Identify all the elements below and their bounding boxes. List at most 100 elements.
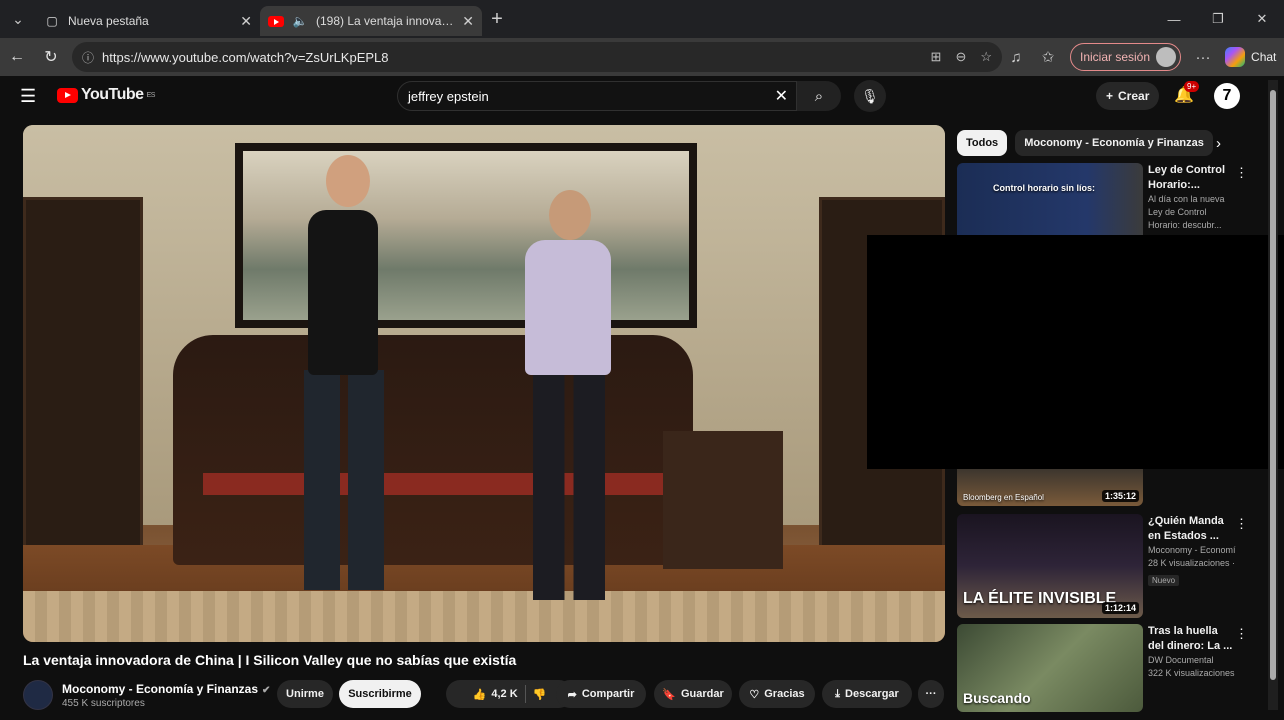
rec-thumbnail[interactable]: LA ÉLITE INVISIBLE 1:12:14 xyxy=(957,514,1143,618)
favorite-star-icon[interactable]: ☆ xyxy=(980,49,992,65)
tab-new-tab[interactable]: ▢ Nueva pestaña ✕ xyxy=(36,6,260,36)
youtube-favicon-icon xyxy=(268,13,284,29)
chip-channel[interactable]: Moconomy - Economía y Finanzas xyxy=(1015,130,1213,156)
youtube-header: ☰ YouTube ES jeffrey epstein ✕ ⌕ 🎙 + Cre… xyxy=(0,76,1284,116)
save-button[interactable]: 🔖 Guardar xyxy=(654,680,732,708)
minimize-icon[interactable]: — xyxy=(1152,12,1196,27)
video-scene-person-right xyxy=(501,190,621,610)
browser-toolbar: ♫ ✩ Iniciar sesión ··· Chat xyxy=(1006,38,1276,76)
bookmark-icon: 🔖 xyxy=(662,688,676,701)
more-dots-icon[interactable]: ··· xyxy=(1193,49,1213,66)
join-button[interactable]: Unirme xyxy=(277,680,333,708)
logo-region: ES xyxy=(146,91,156,99)
rec-title[interactable]: Tras la huella del dinero: La ... xyxy=(1148,624,1236,654)
signin-label: Iniciar sesión xyxy=(1080,50,1151,64)
app-available-icon[interactable]: ⊞ xyxy=(931,49,942,65)
address-bar-row: ← ↻ ⓘ https://www.youtube.com/watch?v=Zs… xyxy=(0,38,1284,76)
back-arrow-icon[interactable]: ← xyxy=(0,48,34,66)
join-label: Unirme xyxy=(286,688,324,700)
tab-youtube-video[interactable]: 🔈 (198) La ventaja innovadora d ✕ xyxy=(260,6,482,36)
url-actions: ⊞ ⊖ ☆ xyxy=(931,42,992,72)
download-button[interactable]: ⤓ Descargar xyxy=(822,680,912,708)
rec-kebab-icon[interactable]: ⋮ xyxy=(1235,516,1248,532)
page-icon: ▢ xyxy=(46,14,58,28)
window-controls: — ❐ ✕ xyxy=(1152,0,1284,38)
clear-search-icon[interactable]: ✕ xyxy=(775,86,788,106)
rec-thumbnail[interactable]: Buscando xyxy=(957,624,1143,712)
channel-row: Moconomy - Economía y Finanzas ✔ 455 K su… xyxy=(23,678,953,714)
scrollbar-thumb[interactable] xyxy=(1270,90,1276,680)
url-text: https://www.youtube.com/watch?v=ZsUrLKpE… xyxy=(102,49,389,65)
notification-badge: 9+ xyxy=(1184,81,1200,92)
filter-chips: Todos Moconomy - Economía y Finanzas xyxy=(957,130,1213,156)
account-avatar[interactable]: 7 xyxy=(1214,83,1240,109)
like-dislike-group: 👍 4,2 K 👎 xyxy=(446,680,573,708)
verified-check-icon: ✔ xyxy=(262,685,271,696)
chat-label: Chat xyxy=(1251,50,1277,64)
download-label: Descargar xyxy=(845,688,899,700)
rec-title[interactable]: Ley de Control Horario:... xyxy=(1148,163,1236,193)
reload-icon[interactable]: ↻ xyxy=(34,47,68,67)
plus-icon: + xyxy=(1106,89,1114,103)
menu-hamburger-icon[interactable]: ☰ xyxy=(20,86,36,107)
signin-button[interactable]: Iniciar sesión xyxy=(1070,43,1182,71)
channel-avatar[interactable] xyxy=(23,680,53,710)
close-window-icon[interactable]: ✕ xyxy=(1240,11,1284,27)
rec-meta: Tras la huella del dinero: La ... DW Doc… xyxy=(1148,624,1236,680)
thanks-button[interactable]: ♡ Gracias xyxy=(739,680,815,708)
search-button[interactable]: ⌕ xyxy=(797,81,841,111)
video-scene-rug xyxy=(23,591,945,642)
channel-name-text: Moconomy - Economía y Finanzas xyxy=(62,682,259,696)
rec-line: 322 K visualizaciones xyxy=(1148,668,1235,678)
copilot-icon xyxy=(1225,47,1246,67)
youtube-logo[interactable]: YouTube ES xyxy=(57,86,155,104)
new-tab-plus-icon[interactable]: + xyxy=(482,8,512,31)
video-info: La ventaja innovadora de China | I Silic… xyxy=(23,652,953,710)
video-player[interactable] xyxy=(23,125,945,642)
like-thumb-icon[interactable]: 👍 xyxy=(473,688,487,701)
like-count[interactable]: 4,2 K xyxy=(491,688,517,700)
rec-line: Ley de Control xyxy=(1148,207,1207,217)
video-title: La ventaja innovadora de China | I Silic… xyxy=(23,652,517,668)
site-info-icon[interactable]: ⓘ xyxy=(82,49,94,66)
rec-duration: 1:35:12 xyxy=(1101,490,1139,502)
url-field[interactable]: ⓘ https://www.youtube.com/watch?v=ZsUrLK… xyxy=(72,42,1002,72)
subscribe-button[interactable]: Suscribirme xyxy=(339,680,421,708)
channel-name[interactable]: Moconomy - Economía y Finanzas ✔ xyxy=(62,682,270,696)
search-value: jeffrey epstein xyxy=(408,88,489,104)
chip-todos[interactable]: Todos xyxy=(957,130,1008,156)
dislike-thumb-icon[interactable]: 👎 xyxy=(533,688,547,701)
page-scrollbar[interactable] xyxy=(1268,80,1278,710)
search-input[interactable]: jeffrey epstein ✕ xyxy=(397,81,797,111)
favorites-icon[interactable]: ✩ xyxy=(1038,48,1058,66)
rec-meta: Ley de Control Horario:... Al día con la… xyxy=(1148,163,1236,232)
speaker-icon[interactable]: 🔈 xyxy=(292,13,308,29)
notifications-bell-icon[interactable]: 🔔 9+ xyxy=(1174,81,1200,105)
zoom-icon[interactable]: ⊖ xyxy=(955,49,966,65)
rec-kebab-icon[interactable]: ⋮ xyxy=(1235,165,1248,181)
logo-text: YouTube xyxy=(81,86,144,103)
voice-search-mic-icon[interactable]: 🎙 xyxy=(854,80,886,112)
black-overlay xyxy=(867,235,1284,469)
rec-kebab-icon[interactable]: ⋮ xyxy=(1235,626,1248,642)
recommendation-item[interactable]: Buscando Tras la huella del dinero: La .… xyxy=(957,624,1257,712)
create-button[interactable]: + Crear xyxy=(1096,82,1160,110)
tab-list-chevron-icon[interactable]: ⌄ xyxy=(0,0,36,38)
rec-title[interactable]: ¿Quién Manda en Estados ... xyxy=(1148,514,1236,544)
recommendation-item[interactable]: LA ÉLITE INVISIBLE 1:12:14 ¿Quién Manda … xyxy=(957,514,1257,618)
share-button[interactable]: ➦ Compartir xyxy=(556,680,646,708)
thumb-text: LA ÉLITE INVISIBLE xyxy=(963,590,1117,607)
new-badge: Nuevo xyxy=(1148,575,1180,586)
chips-next-chevron-icon[interactable]: › xyxy=(1216,135,1221,152)
more-dots-icon: ··· xyxy=(925,688,937,700)
restore-icon[interactable]: ❐ xyxy=(1196,11,1240,27)
copilot-chat-button[interactable]: Chat xyxy=(1225,47,1276,67)
media-control-icon[interactable]: ♫ xyxy=(1006,49,1026,66)
close-tab-icon[interactable]: ✕ xyxy=(462,13,474,30)
video-scene-person-left xyxy=(278,155,388,600)
thanks-heart-icon: ♡ xyxy=(749,688,760,701)
close-tab-icon[interactable]: ✕ xyxy=(240,13,252,30)
rec-line: Horario: descubr... xyxy=(1148,220,1222,230)
more-actions-button[interactable]: ··· xyxy=(918,680,944,708)
thumb-text: Control horario sin líos: xyxy=(993,183,1096,193)
